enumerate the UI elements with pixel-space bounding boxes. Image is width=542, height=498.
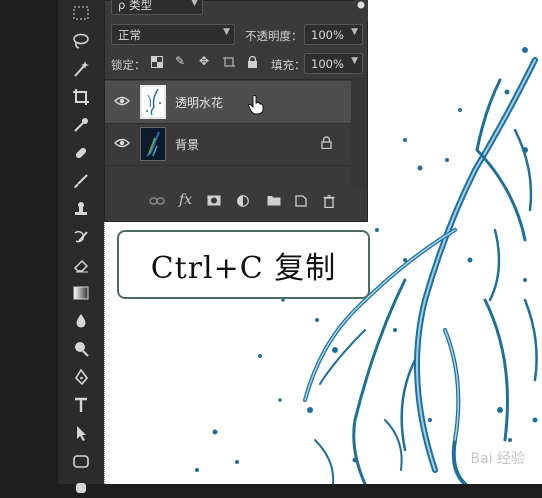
- pen-icon[interactable]: [68, 366, 94, 388]
- instruction-callout: Ctrl+C 复制: [117, 230, 370, 299]
- path-select-icon[interactable]: [68, 422, 94, 444]
- gradient-icon[interactable]: [68, 282, 94, 304]
- eyedropper-icon[interactable]: [68, 114, 94, 136]
- chevron-down-icon[interactable]: ▼: [351, 56, 358, 66]
- blend-mode-value: 正常: [118, 27, 141, 42]
- layer-thumbnail: [140, 127, 166, 161]
- mouse-pointer-hand-icon: [247, 95, 265, 118]
- layer-row-transparent-splash[interactable]: 透明水花: [105, 81, 351, 123]
- fill-input[interactable]: 100% ▼: [304, 53, 363, 74]
- lasso-icon[interactable]: [68, 30, 94, 52]
- stamp-icon[interactable]: [68, 198, 94, 220]
- crop-icon[interactable]: [68, 86, 94, 108]
- opacity-label: 不透明度：: [245, 29, 303, 43]
- blend-mode-select[interactable]: 正常 ▼: [111, 24, 235, 45]
- healing-icon[interactable]: [68, 142, 94, 164]
- folder-icon[interactable]: [267, 195, 281, 209]
- brush-icon[interactable]: [68, 170, 94, 192]
- marquee-icon[interactable]: [68, 2, 94, 24]
- fill-value: 100%: [311, 56, 344, 71]
- fx-icon[interactable]: fx: [179, 192, 192, 208]
- layers-panel: ρ 类型 ▼ 正常 ▼ 不透明度： 100% ▼ 锁定： ✎ ✥ 填充： 100…: [104, 0, 368, 222]
- mask-icon[interactable]: [207, 195, 221, 209]
- layer-name[interactable]: 背景: [175, 136, 199, 153]
- history-brush-icon[interactable]: [68, 226, 94, 248]
- opacity-input[interactable]: 100% ▼: [304, 24, 363, 45]
- dodge-icon[interactable]: [68, 338, 94, 360]
- layers-scrollbar[interactable]: [351, 77, 367, 189]
- divider: [105, 79, 367, 80]
- tools-panel: [58, 0, 105, 493]
- opacity-value: 100%: [311, 27, 344, 42]
- link-icon[interactable]: [149, 195, 165, 209]
- filter-kind-label: ρ 类型: [118, 0, 152, 12]
- type-icon[interactable]: [68, 394, 94, 416]
- visibility-eye-icon[interactable]: [114, 95, 130, 110]
- new-layer-icon[interactable]: [295, 195, 307, 210]
- trash-icon[interactable]: [323, 195, 335, 211]
- fill-label: 填充：: [271, 58, 306, 72]
- watermark: Bai 经验: [470, 451, 525, 467]
- layer-name[interactable]: 透明水花: [175, 94, 223, 111]
- filter-kind-select[interactable]: ρ 类型 ▼: [111, 0, 203, 15]
- lock-position-icon[interactable]: ✥: [199, 54, 209, 68]
- chevron-down-icon: ▼: [191, 0, 198, 8]
- adjustment-icon[interactable]: [237, 195, 249, 210]
- blur-icon[interactable]: [68, 310, 94, 332]
- magic-wand-icon[interactable]: [68, 58, 94, 80]
- panel-menu-area: [354, 0, 368, 22]
- layer-lock-icon: [321, 136, 332, 152]
- visibility-eye-icon[interactable]: [114, 137, 130, 152]
- eraser-icon[interactable]: [68, 254, 94, 276]
- layer-thumbnail: [140, 85, 166, 119]
- lock-image-pixels-icon[interactable]: ✎: [175, 54, 185, 68]
- lock-all-icon[interactable]: [247, 55, 258, 71]
- lock-artboard-icon[interactable]: [223, 56, 235, 71]
- shape-icon[interactable]: [68, 450, 94, 472]
- divider: [105, 165, 351, 166]
- chevron-down-icon[interactable]: ▼: [351, 27, 358, 37]
- lock-label: 锁定：: [111, 58, 146, 72]
- layer-row-background[interactable]: 背景: [105, 123, 351, 165]
- lock-transparent-pixels-icon[interactable]: [151, 56, 163, 71]
- hand-icon[interactable]: [68, 476, 94, 498]
- chevron-down-icon: ▼: [223, 27, 230, 37]
